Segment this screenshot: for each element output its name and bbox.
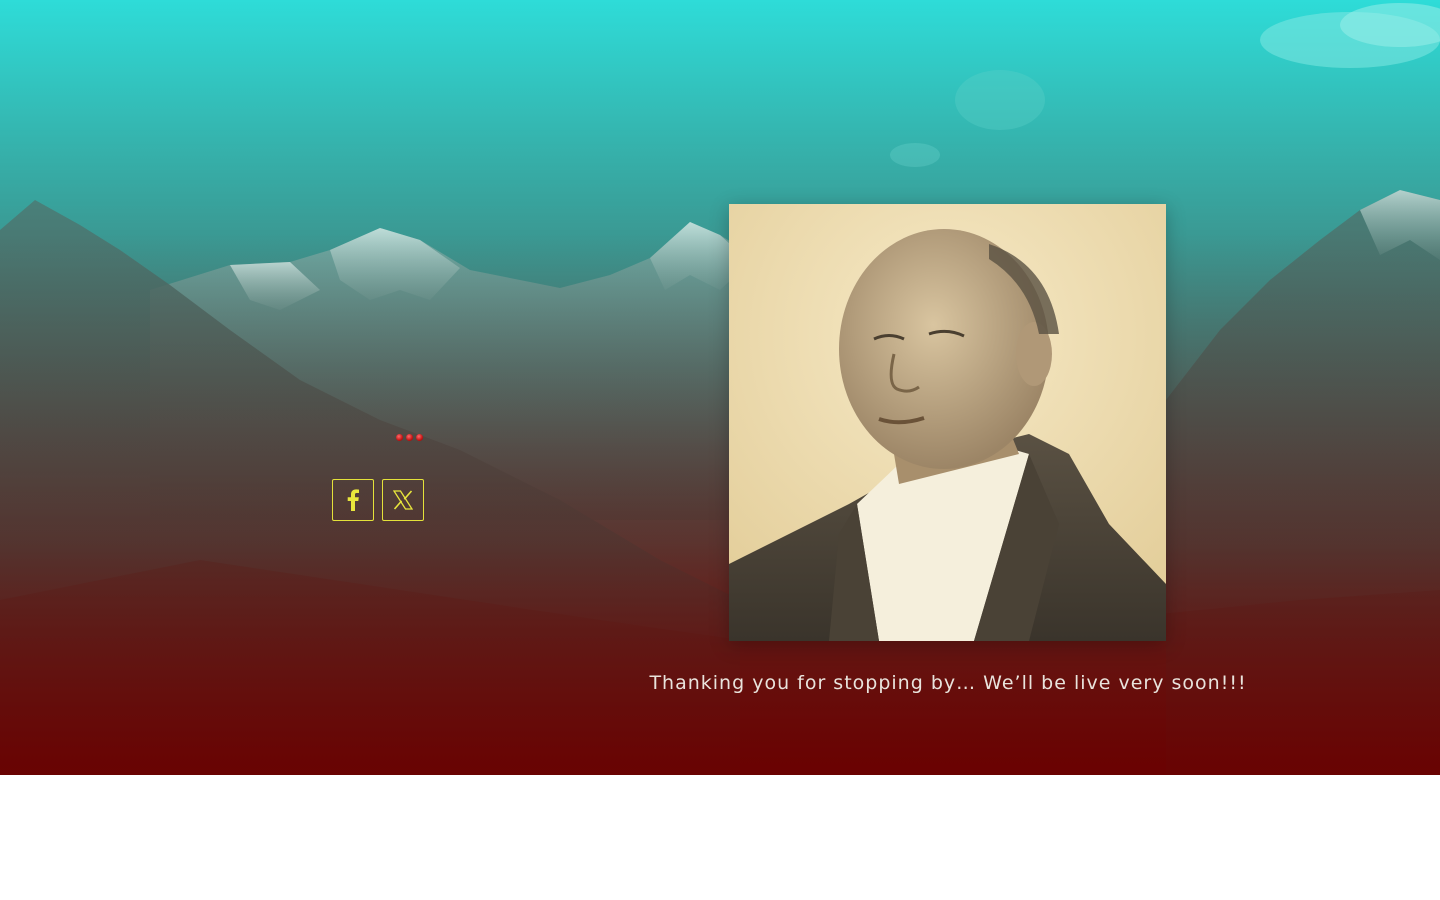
gradient-overlay: [0, 0, 1440, 775]
coming-soon-message: Thanking you for stopping by… We’ll be l…: [649, 672, 1247, 694]
x-twitter-icon: [393, 490, 413, 510]
x-twitter-button[interactable]: [382, 479, 424, 521]
loader-dot: [396, 434, 403, 441]
loading-dots-icon: [396, 434, 423, 441]
hero-section: Thanking you for stopping by… We’ll be l…: [0, 0, 1440, 775]
portrait-image: [729, 204, 1166, 641]
loader-dot: [406, 434, 413, 441]
facebook-icon: [347, 489, 359, 511]
loader-dot: [416, 434, 423, 441]
social-links: [332, 479, 424, 521]
portrait-photo: [729, 204, 1166, 641]
facebook-button[interactable]: [332, 479, 374, 521]
